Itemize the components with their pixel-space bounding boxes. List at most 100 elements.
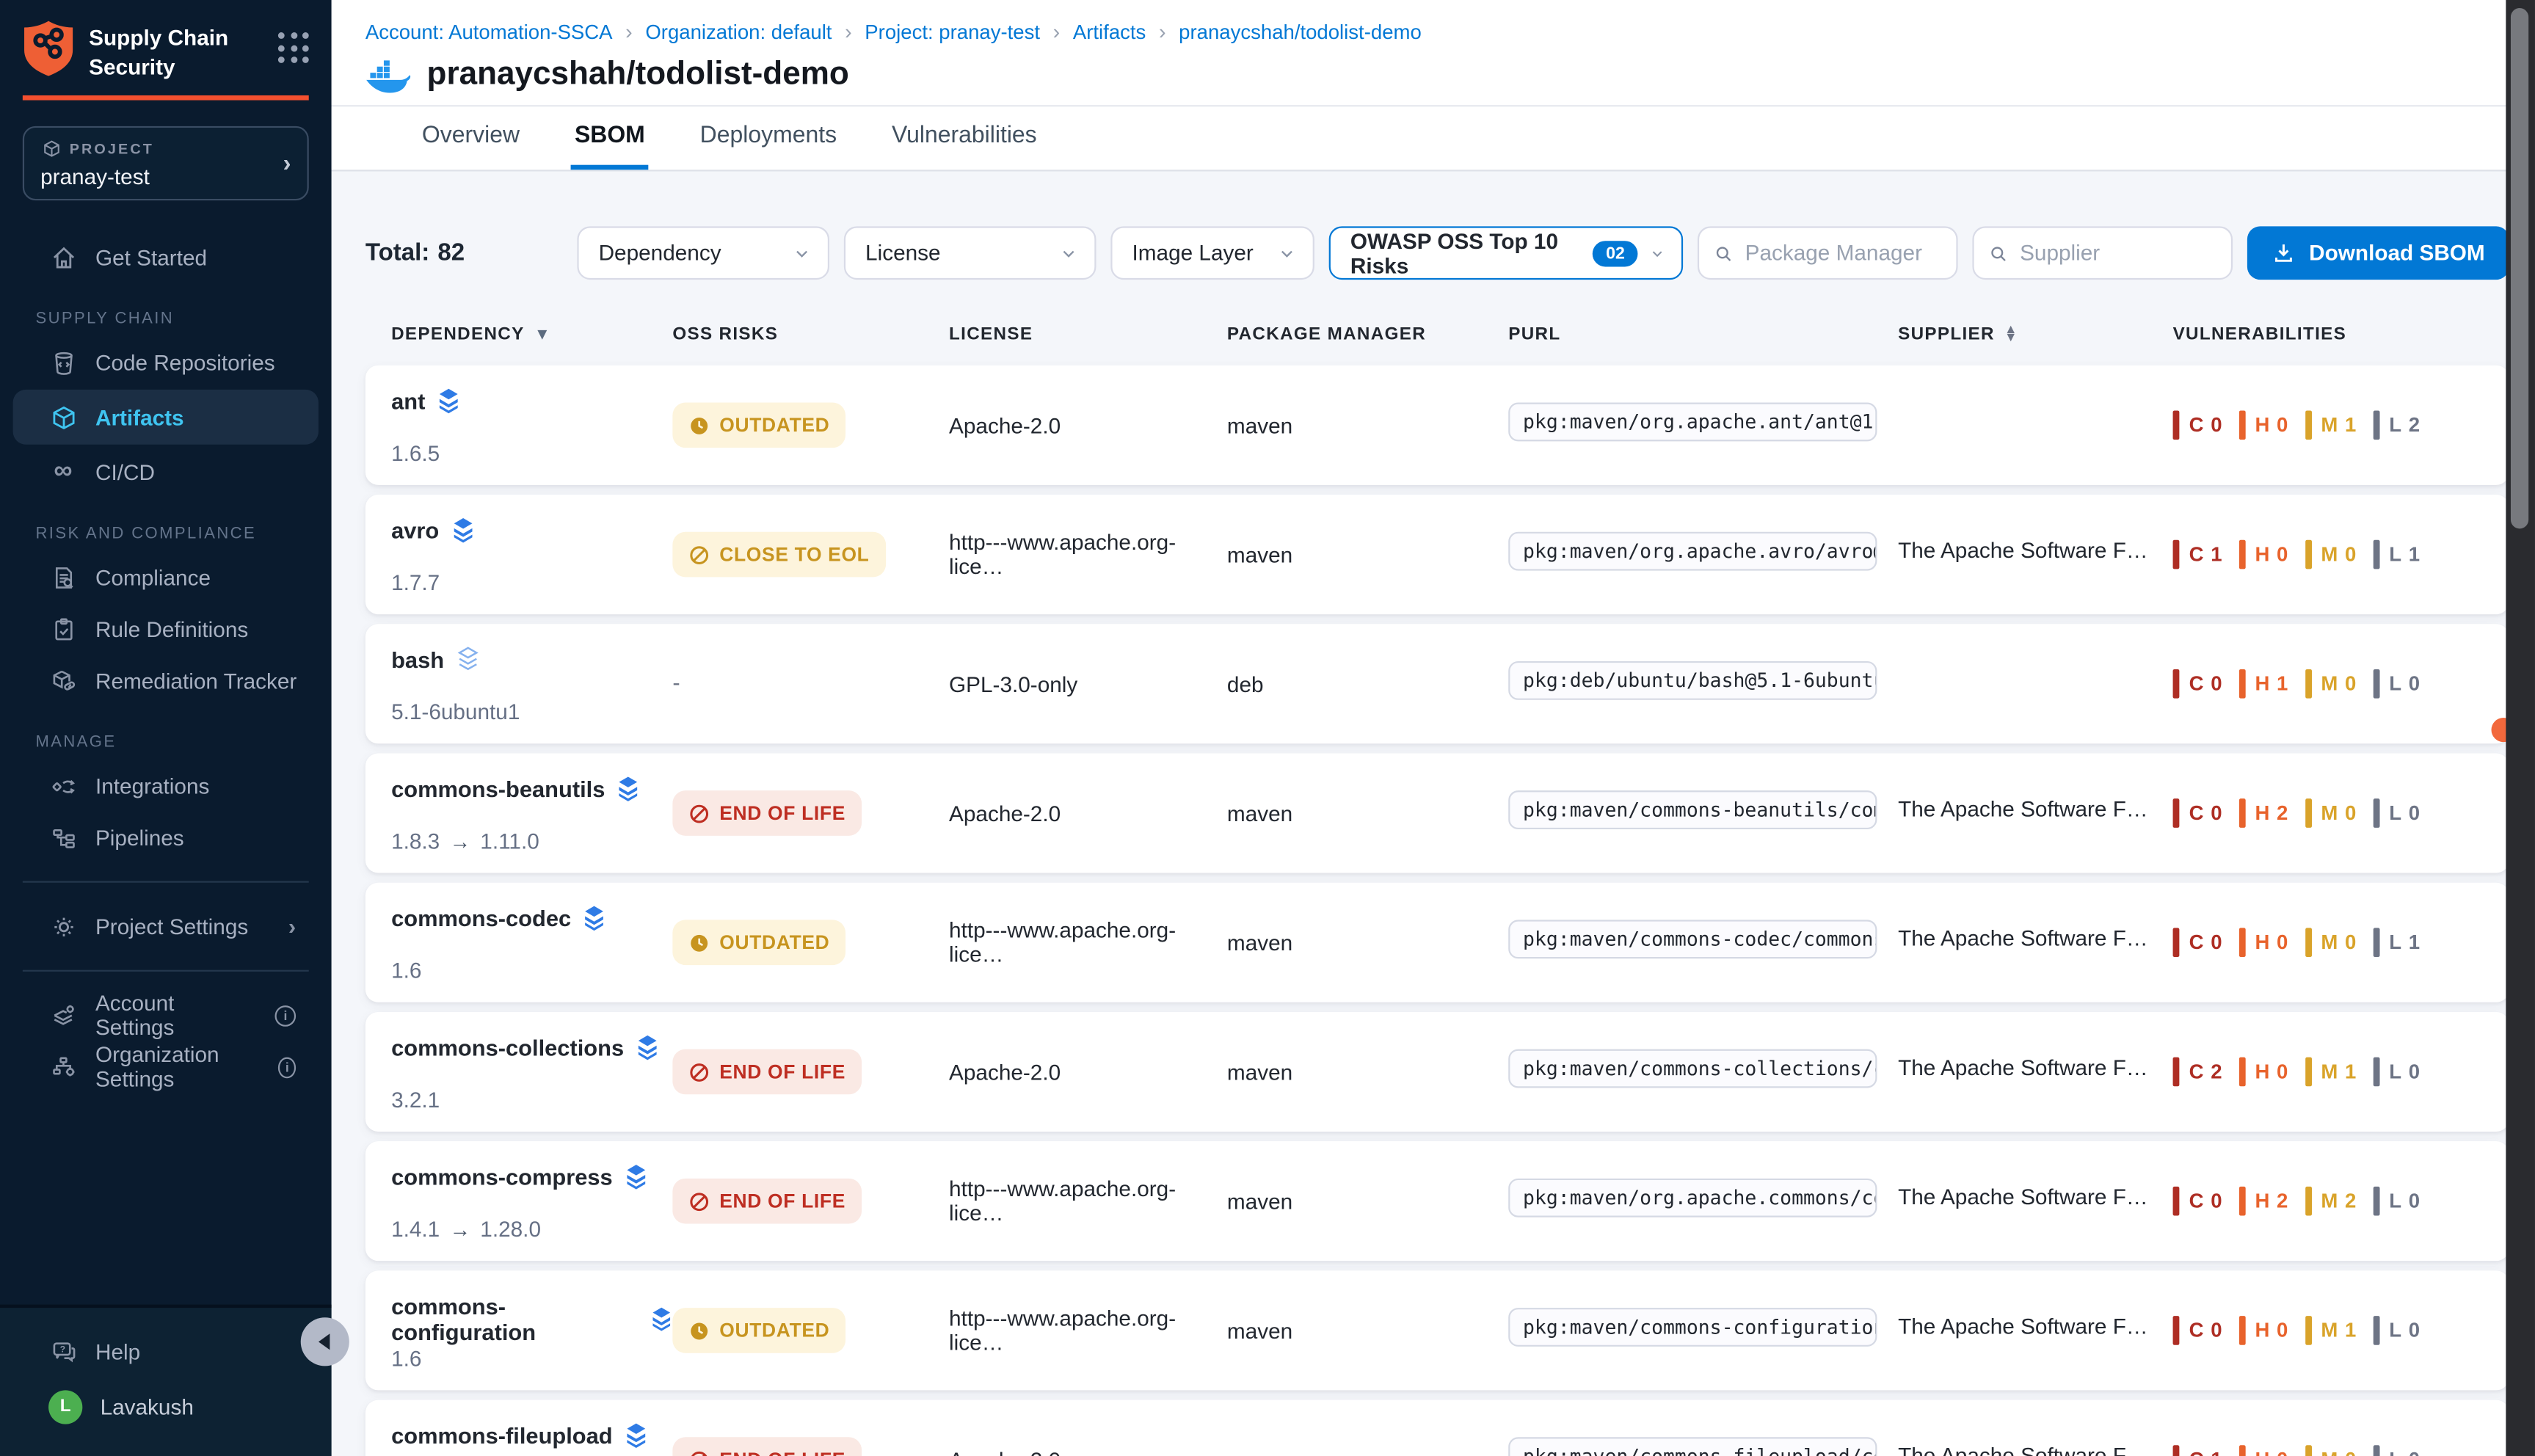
supplier-search-input[interactable] [2020, 241, 2217, 265]
chevron-separator: › [1159, 19, 1166, 43]
sidebar-item-rule-definitions[interactable]: Rule Definitions [13, 605, 319, 653]
clipboard-check-icon [48, 614, 78, 644]
layers-icon [451, 517, 475, 543]
sidebar-item-compliance[interactable]: Compliance [13, 553, 319, 602]
project-name: pranay-test [40, 164, 283, 189]
purl-chip[interactable]: pkg:maven/org.apache.ant/ant@1.6… [1508, 401, 1877, 440]
download-sbom-button[interactable]: Download SBOM [2247, 226, 2509, 280]
image-layer-filter-dropdown[interactable]: Image Layer [1111, 226, 1315, 280]
chevron-separator: › [1053, 19, 1061, 43]
sidebar-item-get-started[interactable]: Get Started [13, 233, 319, 281]
tab-deployments[interactable]: Deployments [697, 106, 840, 170]
sidebar-item-code-repositories[interactable]: Code Repositories [13, 338, 319, 387]
gear-icon [48, 912, 78, 942]
scrollbar-thumb[interactable] [2511, 8, 2528, 528]
clock-icon [688, 1320, 710, 1342]
vulnerabilities-cell: C0 H0 M1 L2 [2173, 411, 2484, 440]
sidebar-item-account-settings[interactable]: Account Settings i [13, 991, 319, 1040]
sidebar-item-pipelines[interactable]: Pipelines [13, 813, 319, 862]
user-menu[interactable]: L Lavakush [13, 1379, 319, 1434]
purl-chip[interactable]: pkg:maven/org.apache.avro/avro@1… [1508, 531, 1877, 570]
supplier-search[interactable] [1973, 226, 2233, 280]
sidebar-collapse-button[interactable] [301, 1317, 349, 1366]
purl-chip[interactable]: pkg:maven/commons-fileupload/co… [1508, 1436, 1877, 1456]
column-header-dependency[interactable]: DEPENDENCY▼ [391, 325, 672, 344]
sidebar-section-manage: MANAGE [0, 734, 332, 751]
package-manager-cell: deb [1227, 671, 1508, 696]
purl-chip[interactable]: pkg:maven/commons-codec/commons-… [1508, 919, 1877, 958]
sidebar-item-remediation-tracker[interactable]: Remediation Tracker [13, 657, 319, 705]
chevron-separator: › [845, 19, 852, 43]
owasp-filter-dropdown[interactable]: OWASP OSS Top 10 Risks02 [1329, 226, 1683, 280]
supplier-cell: The Apache Software Foun… [1898, 797, 2172, 829]
table-row[interactable]: commons-codec 1.6 OUTDATED http---www.ap… [365, 883, 2509, 1002]
package-manager-search-input[interactable] [1745, 241, 1943, 265]
oss-risk-badge: END OF LIFE [672, 1179, 862, 1224]
sidebar-item-organization-settings[interactable]: Organization Settings i [13, 1043, 319, 1091]
column-header-supplier[interactable]: SUPPLIER▲▼ [1898, 325, 2172, 344]
supplier-cell [1898, 411, 2172, 440]
vulnerabilities-cell: C0 H0 M1 L0 [2173, 1316, 2484, 1345]
license-filter-dropdown[interactable]: License [844, 226, 1096, 280]
download-icon [2272, 241, 2296, 265]
sidebar-item-project-settings[interactable]: Project Settings › [13, 902, 319, 950]
sidebar-item-cicd[interactable]: ∞ CI/CD [13, 448, 319, 496]
table-row[interactable]: ant 1.6.5 OUTDATED Apache-2.0 maven pkg:… [365, 365, 2509, 485]
sidebar-item-help[interactable]: ? Help [13, 1327, 319, 1375]
layers-icon [456, 647, 480, 672]
no-entry-icon [688, 803, 710, 824]
sidebar-item-label: Help [95, 1339, 140, 1364]
table-row[interactable]: bash 5.1-6ubuntu1 - GPL-3.0-only deb pkg… [365, 624, 2509, 743]
column-header-purl: PURL [1508, 325, 1898, 344]
package-manager-cell: maven [1227, 1189, 1508, 1213]
breadcrumb-artifact-link[interactable]: pranaycshah/todolist-demo [1179, 21, 1422, 43]
tab-vulnerabilities[interactable]: Vulnerabilities [889, 106, 1040, 170]
purl-chip[interactable]: pkg:maven/commons-configuration/… [1508, 1307, 1877, 1346]
chevron-down-icon [1278, 244, 1297, 263]
docker-icon [365, 57, 411, 92]
breadcrumb: Account: Automation-SSCA › Organization: … [365, 19, 2535, 43]
sidebar-item-label: Compliance [95, 565, 211, 589]
sidebar-item-artifacts[interactable]: Artifacts [13, 390, 319, 445]
scrollbar-track[interactable] [2506, 0, 2535, 1456]
sidebar-footer: ? Help L Lavakush [0, 1305, 332, 1456]
sidebar-item-label: Remediation Tracker [95, 669, 297, 693]
supplier-cell: The Apache Software Foun… [1898, 1444, 2172, 1456]
project-selector[interactable]: PROJECT pranay-test › [23, 126, 309, 200]
clock-icon [688, 932, 710, 953]
purl-chip[interactable]: pkg:maven/commons-collections/co… [1508, 1049, 1877, 1088]
table-row[interactable]: commons-compress 1.4.1→1.28.0 END OF LIF… [365, 1141, 2509, 1261]
breadcrumb-project-link[interactable]: Project: pranay-test [865, 21, 1040, 43]
table-row[interactable]: commons-collections 3.2.1 END OF LIFE Ap… [365, 1012, 2509, 1132]
table-row[interactable]: avro 1.7.7 CLOSE TO EOL http---www.apach… [365, 495, 2509, 614]
document-search-icon [48, 563, 78, 592]
search-icon [1989, 241, 2009, 264]
table-row[interactable]: commons-configuration 1.6 OUTDATED http-… [365, 1270, 2509, 1390]
breadcrumb-account-link[interactable]: Account: Automation-SSCA [365, 21, 613, 43]
sidebar-item-label: Project Settings [95, 914, 248, 939]
table-row[interactable]: commons-fileupload END OF LIFE Apache-2.… [365, 1400, 2509, 1456]
purl-chip[interactable]: pkg:maven/commons-beanutils/comm… [1508, 790, 1877, 829]
package-manager-cell: maven [1227, 542, 1508, 567]
sbom-content: Total:82 Dependency License Image Layer … [332, 226, 2535, 1456]
sidebar-item-integrations[interactable]: Integrations [13, 762, 319, 810]
tab-overview[interactable]: Overview [419, 106, 523, 170]
sidebar-item-label: Code Repositories [95, 350, 275, 374]
breadcrumb-organization-link[interactable]: Organization: default [645, 21, 832, 43]
home-icon [48, 243, 78, 272]
column-header-package-manager: PACKAGE MANAGER [1227, 325, 1508, 344]
vulnerabilities-cell: C1 H0 M0 L0 [2173, 1445, 2484, 1456]
supplier-cell: The Apache Software Foun… [1898, 926, 2172, 958]
dependency-filter-dropdown[interactable]: Dependency [578, 226, 830, 280]
purl-chip[interactable]: pkg:maven/org.apache.commons/com… [1508, 1178, 1877, 1217]
app-switcher-icon[interactable] [278, 32, 309, 63]
oss-risk-badge: END OF LIFE [672, 1049, 862, 1095]
package-manager-cell: maven [1227, 801, 1508, 825]
purl-chip[interactable]: pkg:deb/ubuntu/bash@5.1-6ubuntu1 [1508, 660, 1877, 699]
chevron-right-icon: › [283, 150, 291, 177]
table-row[interactable]: commons-beanutils 1.8.3→1.11.0 END OF LI… [365, 754, 2509, 873]
sidebar-item-label: Get Started [95, 245, 207, 269]
package-manager-search[interactable] [1698, 226, 1958, 280]
breadcrumb-artifacts-link[interactable]: Artifacts [1073, 21, 1146, 43]
tab-sbom[interactable]: SBOM [572, 106, 649, 170]
